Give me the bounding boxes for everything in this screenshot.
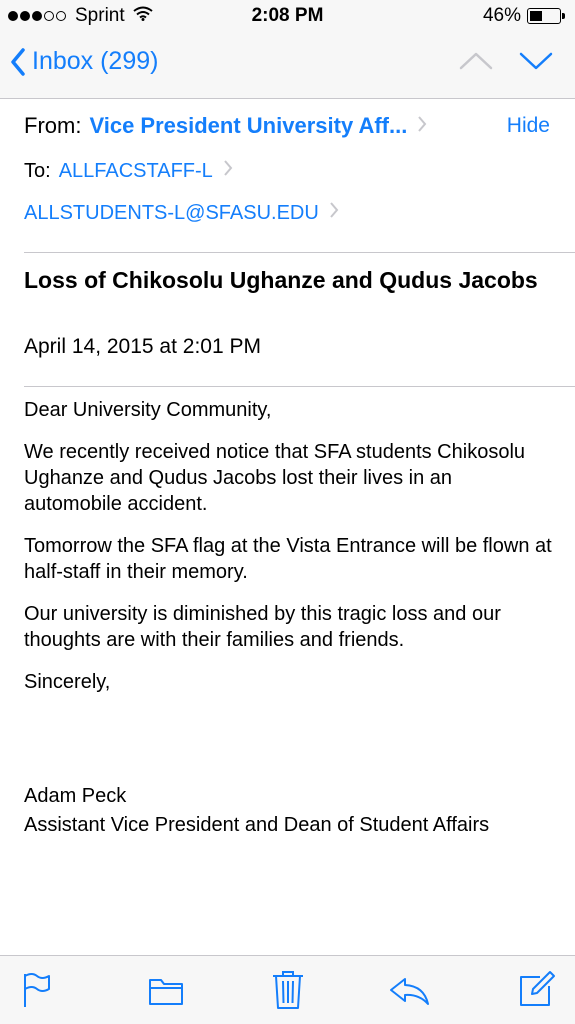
from-label: From: xyxy=(24,113,82,138)
battery-status: 46% xyxy=(482,5,565,27)
battery-level xyxy=(530,11,542,21)
delete-button[interactable] xyxy=(272,970,304,1015)
closing: Sincerely, xyxy=(24,671,111,693)
chevron-up-icon xyxy=(459,52,493,70)
divider xyxy=(24,252,575,253)
greeting: Dear University Community, xyxy=(24,399,272,421)
move-to-folder-button[interactable] xyxy=(148,976,184,1011)
folder-icon xyxy=(149,979,183,1005)
previous-message-button[interactable] xyxy=(459,50,493,77)
chevron-right-icon xyxy=(329,201,339,225)
divider xyxy=(24,386,575,387)
signature-name: Adam Peck xyxy=(24,785,127,807)
battery-icon xyxy=(527,8,565,24)
chevron-right-icon xyxy=(417,113,427,139)
chevron-right-icon xyxy=(223,159,233,183)
to-row: To: ALLFACSTAFF-L xyxy=(24,159,233,183)
chevron-left-icon xyxy=(11,47,25,76)
next-message-button[interactable] xyxy=(519,50,553,77)
navigation-bar: Inbox (299) xyxy=(0,32,575,99)
compose-button[interactable] xyxy=(518,970,556,1013)
chevron-down-icon xyxy=(519,52,553,70)
message-body: Dear University Community, We recently r… xyxy=(24,397,554,711)
status-bar: Sprint 2:08 PM 46% xyxy=(0,0,575,32)
body-paragraph: Tomorrow the SFA flag at the Vista Entra… xyxy=(24,535,552,583)
battery-percent: 46% xyxy=(482,5,521,26)
recipient[interactable]: ALLFACSTAFF-L xyxy=(59,160,213,183)
body-paragraph: We recently received notice that SFA stu… xyxy=(24,441,526,515)
message-subject: Loss of Chikosolu Ughanze and Qudus Jaco… xyxy=(24,267,538,293)
to-row: ALLSTUDENTS-L@SFASU.EDU xyxy=(24,201,339,225)
body-paragraph: Our university is diminished by this tra… xyxy=(24,603,501,651)
from-row: From: Vice President University Aff... H… xyxy=(24,113,554,139)
signature: Adam Peck Assistant Vice President and D… xyxy=(24,782,554,840)
back-to-inbox-button[interactable]: Inbox (299) xyxy=(10,47,158,76)
message-date: April 14, 2015 at 2:01 PM xyxy=(24,335,261,358)
compose-icon xyxy=(520,971,555,1006)
to-label: To: xyxy=(24,159,51,182)
trash-icon xyxy=(273,971,303,1009)
signature-title: Assistant Vice President and Dean of Stu… xyxy=(24,814,490,836)
reply-button[interactable] xyxy=(388,976,430,1011)
flag-button[interactable] xyxy=(22,972,52,1013)
flag-icon xyxy=(24,973,50,1007)
bottom-toolbar xyxy=(0,955,575,1024)
sender-name[interactable]: Vice President University Aff... xyxy=(89,113,407,139)
message-navigation xyxy=(433,50,553,77)
recipient[interactable]: ALLSTUDENTS-L@SFASU.EDU xyxy=(24,202,319,225)
back-label: Inbox (299) xyxy=(32,47,159,75)
reply-icon xyxy=(390,978,429,1005)
hide-details-button[interactable]: Hide xyxy=(507,114,550,138)
